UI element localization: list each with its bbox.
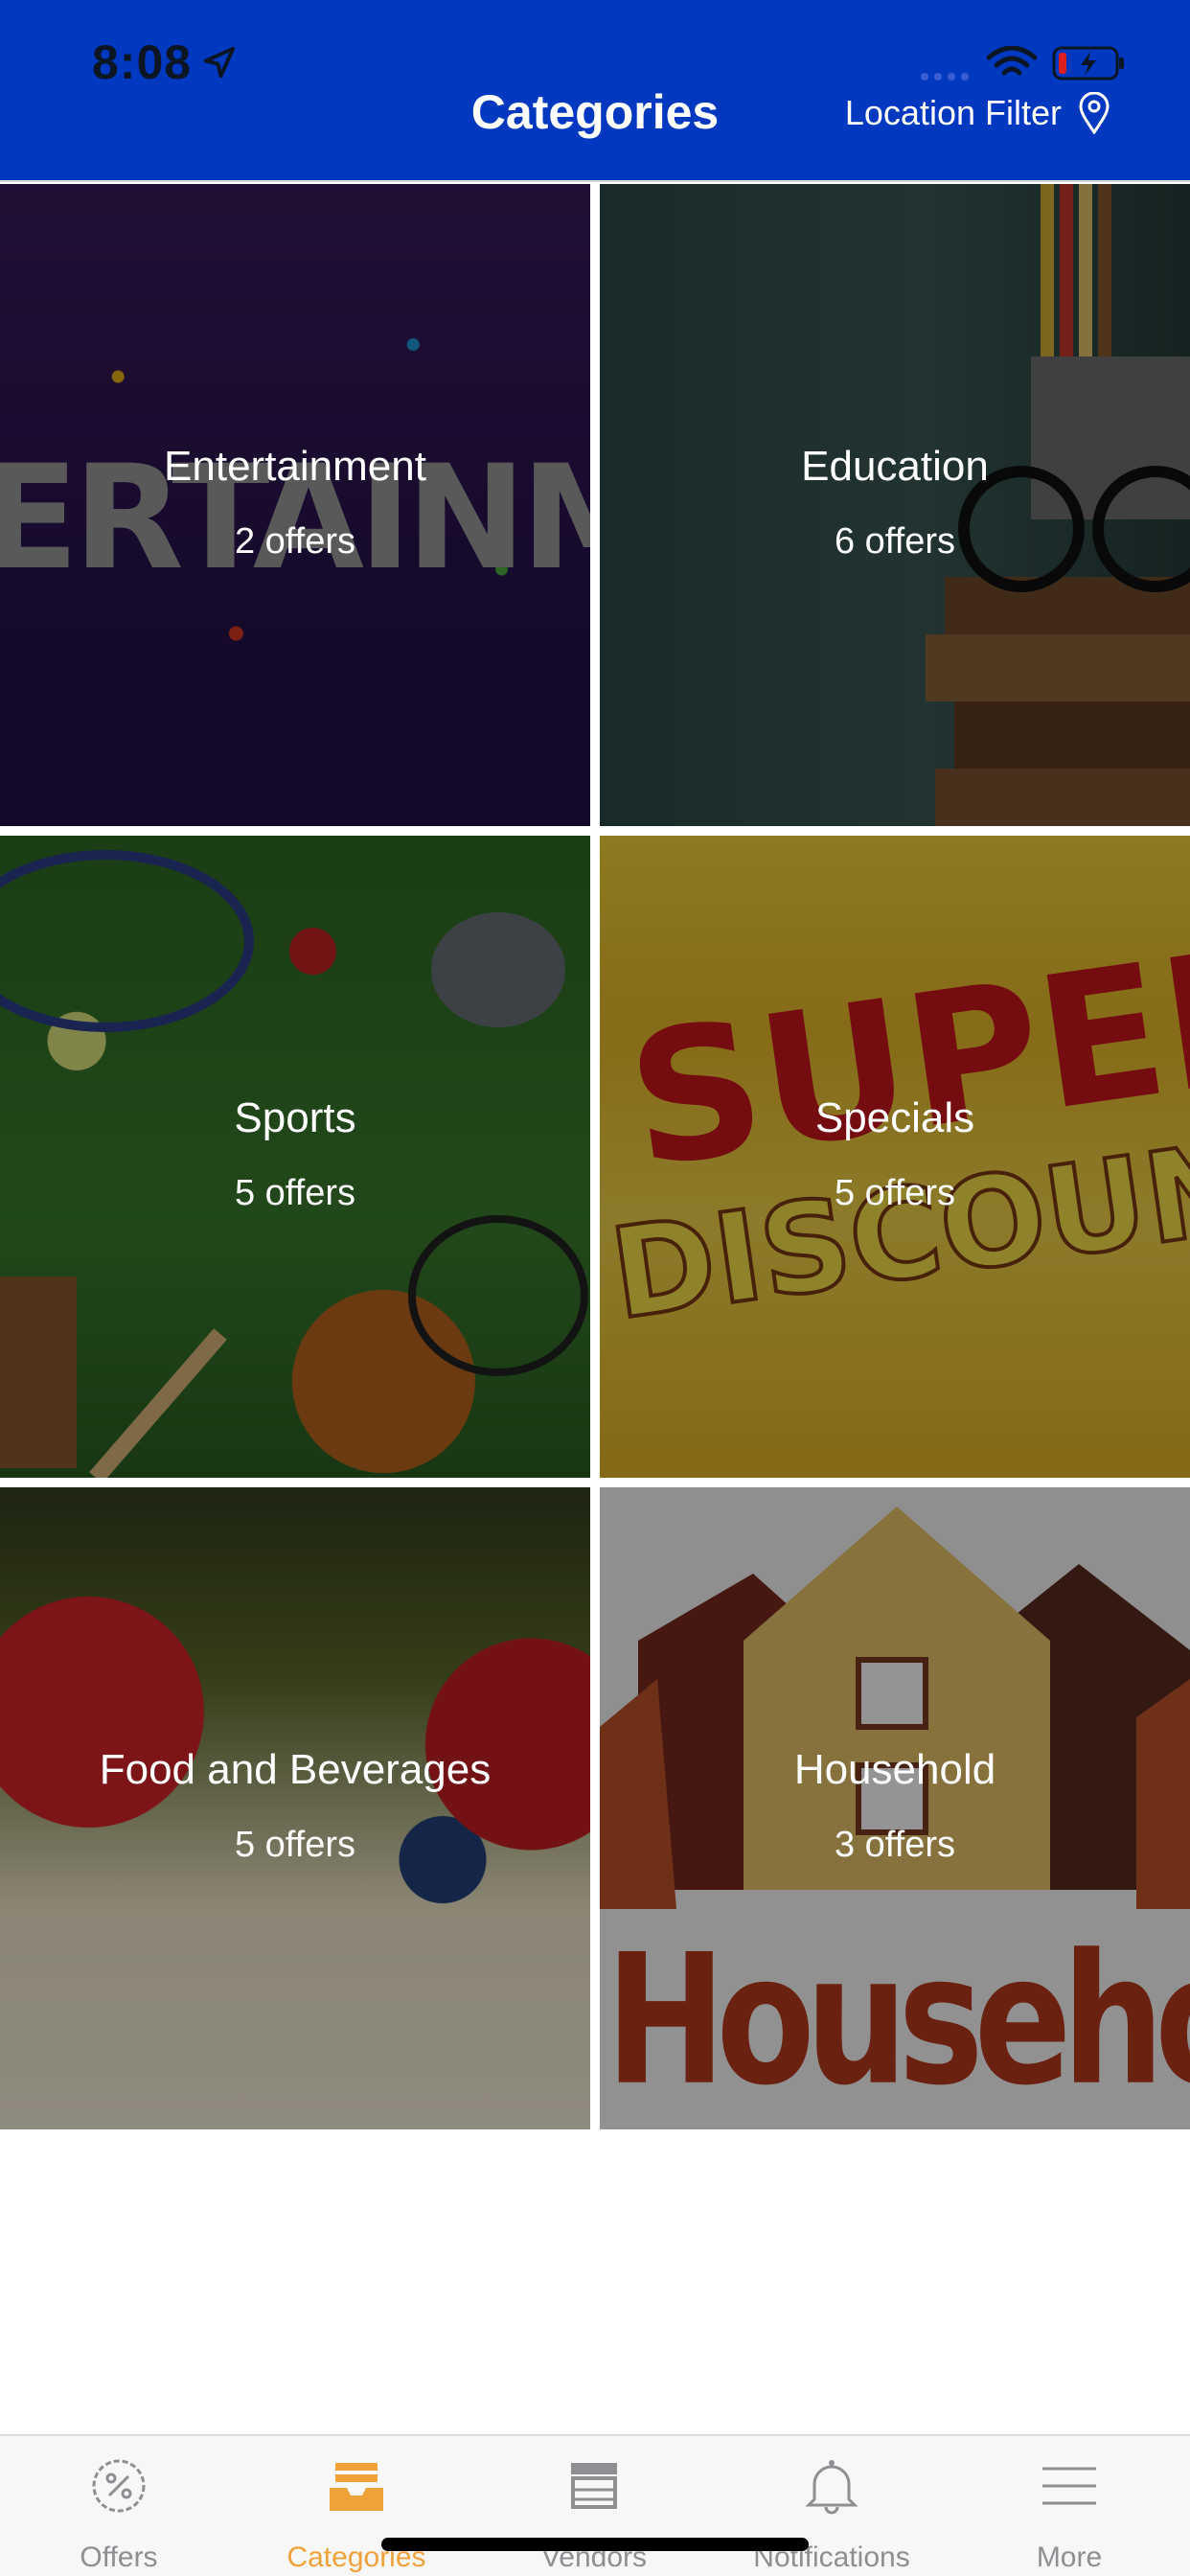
category-name: Food and Beverages	[99, 1746, 492, 1793]
category-name: Education	[801, 443, 989, 490]
category-name: Sports	[234, 1094, 356, 1141]
category-offer-count: 5 offers	[234, 1825, 356, 1865]
category-tile-household[interactable]: Household Household 3 offers	[600, 1487, 1190, 2129]
storefront-icon	[571, 2463, 617, 2509]
home-indicator[interactable]	[381, 2538, 809, 2551]
category-tile-sports[interactable]: Sports 5 offers	[0, 836, 590, 1478]
tab-offers[interactable]: Offers	[0, 2436, 238, 2576]
menu-lines-icon	[1042, 2467, 1096, 2505]
battery-charging-icon	[1052, 46, 1124, 80]
signal-icon	[921, 73, 969, 80]
tab-label: More	[1036, 2542, 1103, 2573]
category-tile-specials[interactable]: SUPER DISCOUNT Specials 5 offers	[600, 836, 1190, 1478]
map-pin-icon	[1079, 92, 1110, 134]
status-time: 8:08	[92, 35, 193, 89]
tab-bar: Offers Categories Vendors Notifications	[0, 2434, 1190, 2576]
category-tile-food-and-beverages[interactable]: Food and Beverages 5 offers	[0, 1487, 590, 2129]
category-offer-count: 6 offers	[834, 521, 956, 562]
category-name: Entertainment	[164, 443, 426, 490]
bell-icon	[805, 2460, 858, 2515]
inbox-tray-icon	[330, 2463, 383, 2511]
category-offer-count: 5 offers	[234, 1173, 356, 1213]
tab-categories[interactable]: Categories	[238, 2436, 475, 2576]
location-filter-button[interactable]: Location Filter	[845, 92, 1111, 134]
nav-header: 8:08 Categories Location Filter	[0, 0, 1190, 182]
location-arrow-icon	[203, 46, 236, 79]
category-tile-education[interactable]: Education 6 offers	[600, 184, 1190, 826]
tab-notifications[interactable]: Notifications	[713, 2436, 950, 2576]
category-offer-count: 3 offers	[834, 1825, 956, 1865]
location-filter-label: Location Filter	[844, 93, 1062, 132]
category-name: Household	[793, 1746, 996, 1793]
tab-vendors[interactable]: Vendors	[475, 2436, 713, 2576]
tab-more[interactable]: More	[950, 2436, 1188, 2576]
category-offer-count: 2 offers	[234, 521, 356, 562]
category-tile-entertainment[interactable]: ERTAINM Entertainment 2 offers	[0, 184, 590, 826]
wifi-icon	[987, 46, 1037, 76]
percent-badge-icon	[92, 2459, 146, 2513]
category-name: Specials	[814, 1094, 975, 1141]
tab-label: Offers	[80, 2542, 158, 2573]
category-offer-count: 5 offers	[834, 1173, 956, 1213]
